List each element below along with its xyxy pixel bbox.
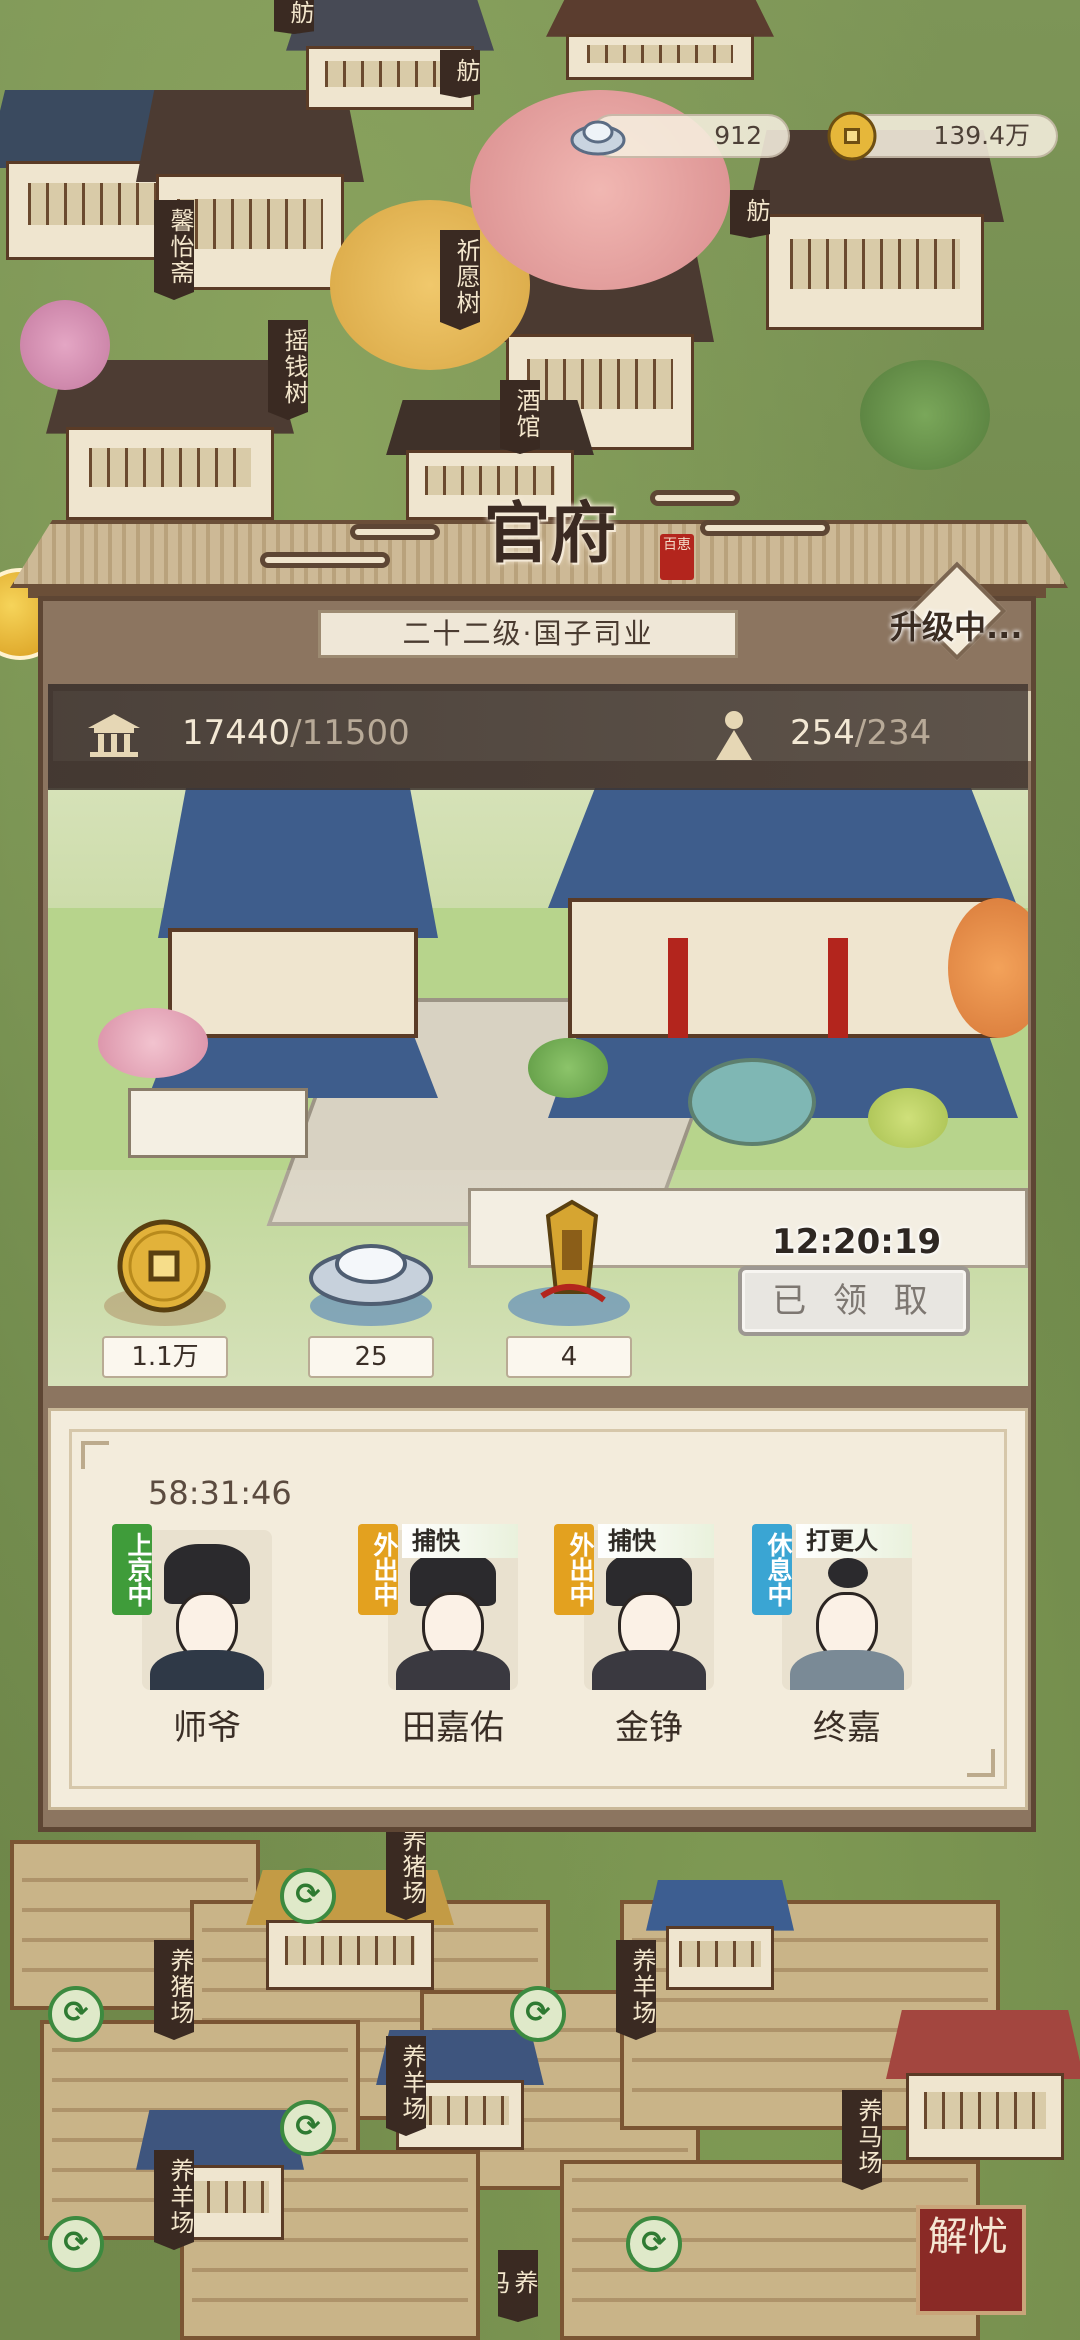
level-label: 二十二级·国子司业 bbox=[318, 610, 738, 658]
map-label-yangyangchang-1[interactable]: 养羊场 bbox=[616, 1940, 656, 2040]
reward-silver-value: 25 bbox=[308, 1336, 434, 1378]
pavilion-icon bbox=[86, 712, 142, 762]
coin-counter[interactable]: 139.4万 bbox=[827, 111, 1058, 161]
map-label-yangyangchang-3[interactable]: 养羊场 bbox=[154, 2150, 194, 2250]
staff-name: 金铮 bbox=[615, 1708, 683, 1748]
status-tag: 外出中 bbox=[358, 1524, 399, 1615]
status-tag: 休息中 bbox=[752, 1524, 793, 1615]
hair-bun bbox=[828, 1558, 868, 1588]
copper-coin-icon bbox=[117, 1219, 211, 1313]
reward-silver[interactable]: 25 bbox=[306, 1210, 436, 1380]
silver-ingot-icon bbox=[309, 1244, 433, 1306]
silver-amount: 912 bbox=[714, 121, 762, 150]
upgrade-status-text: 升级中... bbox=[890, 608, 1023, 646]
person-icon bbox=[714, 708, 754, 766]
harvest-icon[interactable]: ⟳ bbox=[48, 1986, 104, 2042]
robe bbox=[150, 1650, 264, 1690]
building[interactable] bbox=[46, 360, 294, 520]
map-label-top[interactable]: 舫 bbox=[274, 0, 314, 34]
upgrade-status[interactable]: 升级中... bbox=[890, 561, 1040, 676]
reward-coins-value: 1.1万 bbox=[102, 1336, 228, 1378]
staff-member-4[interactable]: 打更人 休息中 终嘉 bbox=[752, 1524, 922, 1754]
tree bbox=[860, 360, 990, 470]
corner-ornament bbox=[81, 1441, 109, 1469]
corner-ornament bbox=[967, 1749, 995, 1777]
avatar bbox=[142, 1530, 272, 1690]
title-cloud-right bbox=[700, 520, 830, 536]
map-label-xinyizhai[interactable]: 馨怡斋 bbox=[154, 200, 194, 300]
page-title: 官府 bbox=[484, 494, 616, 572]
silver-counter[interactable]: 912 bbox=[570, 114, 790, 158]
title-cloud-left bbox=[260, 552, 390, 568]
barn[interactable] bbox=[886, 2010, 1080, 2160]
token-icon bbox=[540, 1199, 606, 1303]
harvest-icon[interactable]: ⟳ bbox=[510, 1986, 566, 2042]
population-stat: 17440/11500 bbox=[182, 708, 410, 758]
staff-cap: /234 bbox=[854, 713, 932, 753]
staff-stat: 254/234 bbox=[790, 708, 931, 758]
building[interactable] bbox=[546, 0, 774, 80]
map-label-jiuguan[interactable]: 酒馆 bbox=[500, 380, 540, 454]
map-label-yangzhuchang-1[interactable]: 养猪场 bbox=[386, 1820, 426, 1920]
staff-current: 254 bbox=[790, 713, 855, 753]
staff-name: 田嘉佑 bbox=[402, 1708, 504, 1748]
reward-coins[interactable]: 1.1万 bbox=[100, 1210, 230, 1380]
staff-timer: 58:31:46 bbox=[148, 1474, 292, 1512]
red-seal: 百恵 bbox=[660, 534, 694, 580]
copper-coin-icon bbox=[826, 110, 878, 174]
map-label-yangzhuchang-2[interactable]: 养猪场 bbox=[154, 1940, 194, 2040]
harvest-icon[interactable]: ⟳ bbox=[280, 1868, 336, 1924]
staff-member-1[interactable]: 上京中 师爷 bbox=[112, 1524, 282, 1754]
status-tag: 外出中 bbox=[554, 1524, 595, 1615]
map-label-fang-left[interactable]: 舫 bbox=[440, 50, 480, 98]
robe bbox=[396, 1650, 510, 1690]
role-tag: 打更人 bbox=[796, 1524, 912, 1558]
reward-token-value: 4 bbox=[506, 1336, 632, 1378]
title-plaque: 官府 bbox=[420, 480, 680, 580]
staff-name: 终嘉 bbox=[813, 1708, 881, 1748]
map-label-yangyangchang-2[interactable]: 养羊场 bbox=[386, 2036, 426, 2136]
tree bbox=[20, 300, 110, 390]
map-label-yangmachang[interactable]: 养马场 bbox=[842, 2090, 882, 2190]
staff-member-2[interactable]: 捕快 外出中 田嘉佑 bbox=[358, 1524, 528, 1754]
reward-token[interactable]: 4 bbox=[504, 1199, 634, 1380]
silver-ingot-icon bbox=[570, 110, 626, 172]
map-label-yaoqianshu[interactable]: 摇钱树 bbox=[268, 320, 308, 420]
staff-name: 师爷 bbox=[173, 1708, 241, 1748]
map-label-fang-right[interactable]: 舫 bbox=[730, 190, 770, 238]
jieyou-button[interactable]: 解忧 bbox=[916, 2205, 1026, 2315]
harvest-icon[interactable]: ⟳ bbox=[280, 2100, 336, 2156]
robe bbox=[790, 1650, 904, 1690]
robe bbox=[592, 1650, 706, 1690]
barn[interactable] bbox=[646, 1880, 794, 1990]
coin-amount: 139.4万 bbox=[933, 121, 1030, 150]
population-current: 17440 bbox=[182, 713, 291, 753]
role-tag: 捕快 bbox=[402, 1524, 518, 1558]
map-label-yangma-bottom[interactable]: 养马 bbox=[498, 2250, 538, 2322]
status-tag: 上京中 bbox=[112, 1524, 153, 1615]
population-cap: /11500 bbox=[290, 713, 410, 753]
harvest-icon[interactable]: ⟳ bbox=[48, 2216, 104, 2272]
map-label-qiyuanshu[interactable]: 祈愿树 bbox=[440, 230, 480, 330]
claimed-button[interactable]: 已 领 取 bbox=[738, 1266, 970, 1336]
harvest-icon[interactable]: ⟳ bbox=[626, 2216, 682, 2272]
reward-timer: 12:20:19 bbox=[772, 1222, 942, 1262]
role-tag: 捕快 bbox=[598, 1524, 714, 1558]
staff-member-3[interactable]: 捕快 外出中 金铮 bbox=[554, 1524, 724, 1754]
